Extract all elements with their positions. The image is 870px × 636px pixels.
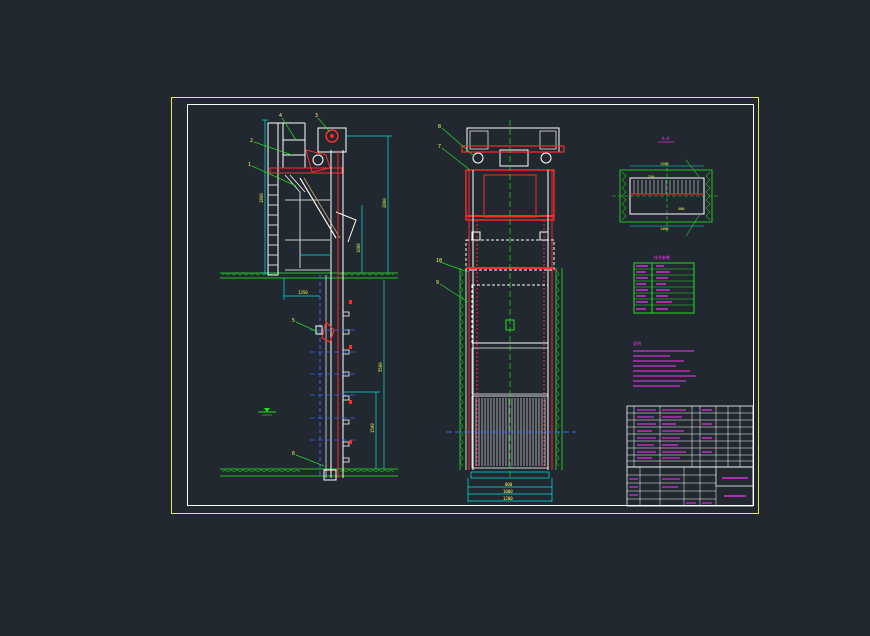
svg-text:1000: 1000 (356, 243, 361, 253)
svg-text:2800: 2800 (382, 198, 387, 208)
svg-text:400: 400 (678, 207, 684, 211)
svg-text:4: 4 (279, 113, 282, 119)
sheet-border (171, 97, 759, 514)
svg-text:1200: 1200 (660, 162, 668, 166)
technical-notes: 说明 (633, 340, 696, 387)
svg-text:5500: 5500 (378, 362, 383, 372)
side-elevation-view: 2800 1800 1000 5500 1500 1350 4 3 2 1 5 … (220, 113, 398, 481)
front-ground-right (555, 268, 563, 470)
svg-text:1: 1 (248, 162, 251, 168)
front-ground-left (459, 268, 467, 470)
title-block (626, 466, 754, 507)
svg-text:1800: 1800 (259, 193, 264, 203)
svg-text:3: 3 (315, 113, 318, 119)
water-level-icon (258, 408, 276, 416)
svg-text:5: 5 (292, 318, 295, 324)
parameter-table: 技术参数 (633, 254, 695, 314)
svg-text:1400: 1400 (660, 227, 668, 231)
parts-list (626, 405, 754, 468)
svg-text:8: 8 (438, 124, 441, 130)
ground-line-top (220, 272, 398, 279)
svg-text:1350: 1350 (298, 290, 308, 295)
svg-text:7: 7 (438, 144, 441, 150)
svg-text:1200: 1200 (503, 496, 513, 501)
cad-viewport[interactable]: 2800 1800 1000 5500 1500 1350 4 3 2 1 5 … (0, 0, 870, 632)
parameter-table-title: 技术参数 (654, 254, 670, 260)
notes-title: 说明 (633, 340, 641, 346)
section-title: A-A (662, 136, 670, 141)
svg-text:1500: 1500 (370, 423, 375, 433)
svg-text:9: 9 (436, 280, 439, 286)
ground-line-bottom (220, 468, 398, 477)
svg-text:1000: 1000 (503, 489, 513, 494)
cad-drawing: 2800 1800 1000 5500 1500 1350 4 3 2 1 5 … (171, 97, 759, 514)
svg-text:10: 10 (436, 258, 442, 264)
svg-text:6: 6 (292, 451, 295, 457)
svg-text:250: 250 (648, 175, 654, 179)
section-view: A-A 1200 1400 250 400 (612, 136, 720, 237)
svg-text:2: 2 (250, 138, 253, 144)
svg-text:800: 800 (505, 482, 513, 487)
front-elevation-view: 800 1000 1200 8 7 10 9 (436, 120, 576, 502)
